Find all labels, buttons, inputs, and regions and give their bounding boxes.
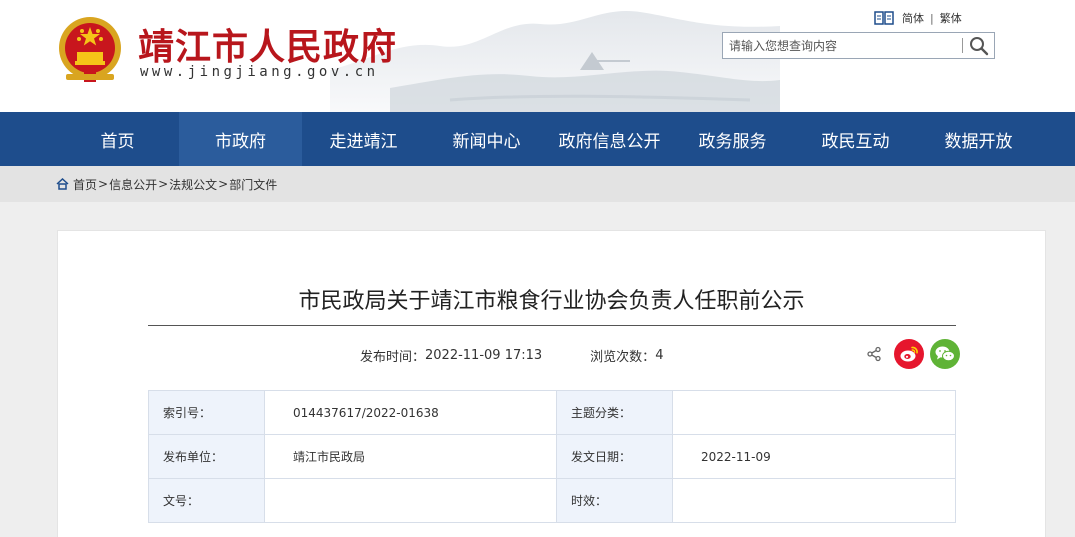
publish-time-label: 发布时间： (360, 349, 426, 365)
breadcrumb-separator: > (98, 177, 109, 191)
nav-item-gov-services[interactable]: 政务服务 (671, 112, 794, 166)
main-nav: 首页 市政府 走进靖江 新闻中心 政府信息公开 政务服务 政民互动 数据开放 (0, 112, 1075, 166)
validity-value (672, 478, 956, 523)
breadcrumb-regulations[interactable]: 法规公文 (169, 176, 217, 193)
wechat-icon (935, 346, 955, 362)
document-info-table: 索引号： 014437617/2022-01638 主题分类： 发布单位： 靖江… (148, 390, 956, 523)
search-box (722, 32, 995, 59)
language-switcher: 简体 | 繁体 (874, 9, 962, 27)
site-header: 靖江市人民政府 www.jingjiang.gov.cn 简体 | 繁体 (0, 0, 1075, 112)
table-row: 索引号： 014437617/2022-01638 主题分类： (148, 390, 956, 435)
topic-label: 主题分类： (556, 390, 673, 435)
table-row: 发布单位： 靖江市民政局 发文日期： 2022-11-09 (148, 434, 956, 479)
breadcrumb-home[interactable]: 首页 (73, 176, 97, 193)
lang-separator: | (930, 11, 934, 25)
views-count: 4 (655, 347, 664, 363)
nav-item-gov-info-disclosure[interactable]: 政府信息公开 (548, 112, 671, 166)
nav-item-city-government[interactable]: 市政府 (179, 112, 302, 166)
breadcrumb-bar: 首页 > 信息公开 > 法规公文 > 部门文件 (0, 166, 1075, 202)
wechat-share-button[interactable] (930, 339, 960, 369)
lang-simplified-link[interactable]: 简体 (902, 10, 924, 26)
breadcrumb-separator: > (158, 177, 169, 191)
share-icon[interactable] (866, 346, 882, 362)
article-meta: 发布时间： 2022-11-09 17:13 浏览次数： 4 (360, 345, 663, 365)
nav-item-public-interaction[interactable]: 政民互动 (794, 112, 917, 166)
search-icon[interactable] (967, 35, 991, 56)
landscape-background (330, 11, 780, 112)
title-divider (148, 325, 956, 326)
index-label: 索引号： (148, 390, 265, 435)
breadcrumb-info-disclosure[interactable]: 信息公开 (109, 176, 157, 193)
docno-label: 文号： (148, 478, 265, 523)
nav-item-open-data[interactable]: 数据开放 (917, 112, 1040, 166)
article-title: 市民政局关于靖江市粮食行业协会负责人任职前公示 (298, 289, 805, 314)
article-container: 市民政局关于靖江市粮食行业协会负责人任职前公示 发布时间： 2022-11-09… (57, 230, 1046, 537)
search-divider (962, 38, 963, 53)
weibo-share-button[interactable] (894, 339, 924, 369)
breadcrumb-separator: > (218, 177, 229, 191)
nav-item-news-center[interactable]: 新闻中心 (425, 112, 548, 166)
nav-item-home[interactable]: 首页 (56, 112, 179, 166)
site-url: www.jingjiang.gov.cn (140, 64, 379, 80)
weibo-icon (900, 346, 918, 362)
site-title[interactable]: 靖江市人民政府 (138, 18, 397, 70)
lang-traditional-link[interactable]: 繁体 (940, 10, 962, 26)
index-value: 014437617/2022-01638 (264, 390, 557, 435)
home-icon (56, 178, 69, 190)
views-label: 浏览次数： (590, 349, 656, 365)
unit-label: 发布单位： (148, 434, 265, 479)
national-emblem-icon (59, 17, 121, 82)
search-input[interactable] (723, 33, 959, 58)
book-icon (874, 11, 894, 25)
nav-item-about-jingjiang[interactable]: 走进靖江 (302, 112, 425, 166)
breadcrumb-dept-documents[interactable]: 部门文件 (229, 176, 277, 193)
table-row: 文号： 时效： (148, 478, 956, 523)
publish-time: 2022-11-09 17:13 (425, 347, 543, 363)
topic-value (672, 390, 956, 435)
date-value: 2022-11-09 (672, 434, 956, 479)
date-label: 发文日期： (556, 434, 673, 479)
validity-label: 时效： (556, 478, 673, 523)
breadcrumb: 首页 > 信息公开 > 法规公文 > 部门文件 (56, 166, 277, 202)
unit-value: 靖江市民政局 (264, 434, 557, 479)
docno-value (264, 478, 557, 523)
share-bar (866, 339, 960, 369)
